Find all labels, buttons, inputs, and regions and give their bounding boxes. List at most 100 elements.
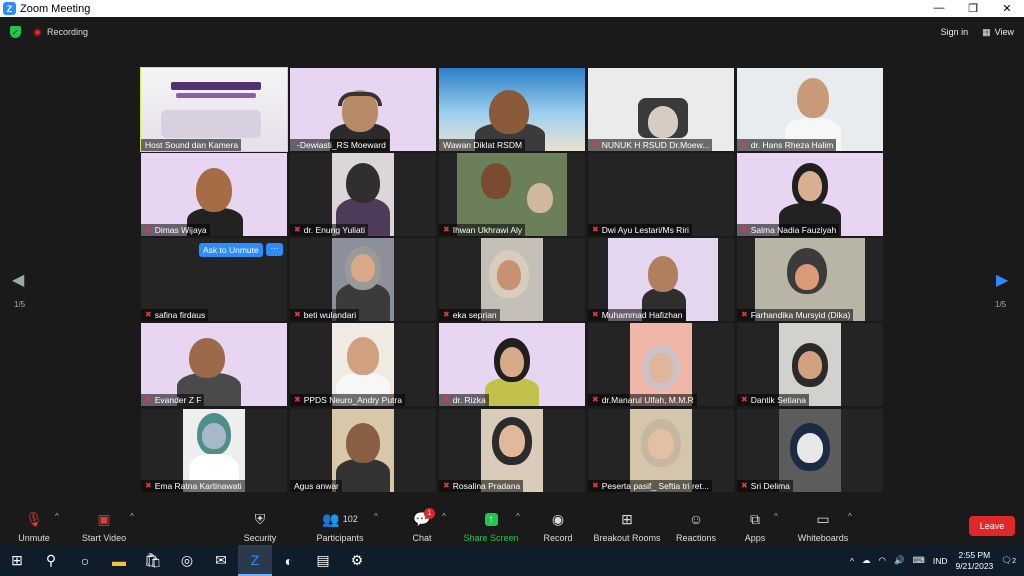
minimize-button[interactable]: — — [922, 2, 956, 15]
file-explorer-icon[interactable]: ▬ — [102, 545, 136, 576]
settings-icon[interactable]: ⚙ — [340, 545, 374, 576]
record-label: Record — [543, 533, 573, 543]
encryption-shield-icon[interactable]: ✓ — [10, 26, 21, 38]
app-icon[interactable]: ◐ — [272, 545, 306, 576]
start-video-button[interactable]: ▣ Start Video — [80, 509, 128, 544]
security-button[interactable]: ⛨ Security — [240, 509, 280, 544]
share-caret-icon[interactable]: ^ — [516, 512, 520, 521]
participant-name-label: dr.Manarul Ulfah, M.M.R — [601, 395, 694, 405]
view-button[interactable]: ▦ View — [982, 27, 1014, 38]
video-tile[interactable]: ✖ dr. Hans Rheza Halim — [737, 68, 883, 151]
mic-muted-icon: ✖ — [443, 395, 450, 404]
video-gallery: Host Sound dan Kamera -Dewiasti_RS Moewa… — [140, 67, 883, 493]
meeting-topbar: ✓ Recording Sign in ▦ View — [0, 17, 1024, 47]
video-tile[interactable]: Agus anwar — [290, 409, 436, 492]
whiteboards-caret-icon[interactable]: ^ — [848, 512, 852, 521]
record-button[interactable]: ◉ Record — [540, 509, 576, 544]
video-tile[interactable]: Ask to Unmute ··· ✖ safina firdaus — [141, 238, 287, 321]
apps-button[interactable]: ⧉ Apps — [740, 509, 770, 544]
more-options-button[interactable]: ··· — [266, 243, 283, 256]
participants-button[interactable]: 👥 102 Participants — [312, 509, 368, 544]
sign-in-button[interactable]: Sign in — [941, 27, 969, 37]
windows-start-icon[interactable]: ⊞ — [0, 545, 34, 576]
next-page-arrow-icon[interactable]: ▶ — [996, 270, 1008, 290]
participant-name-label: Evander Z F — [154, 395, 202, 405]
cloud-icon[interactable]: ☁ — [862, 555, 871, 566]
whiteboards-label: Whiteboards — [797, 533, 849, 543]
video-tile[interactable]: ✖ Rosalina Pradana — [439, 409, 585, 492]
participant-name-label: Ihwan Ukhrawi Aly — [452, 225, 523, 235]
participant-name-label: dr. Enung Yuliati — [303, 225, 365, 235]
participant-name-label: Rosalina Pradana — [452, 481, 521, 491]
recording-label[interactable]: Recording — [47, 27, 88, 37]
video-tile[interactable]: ✖ Muhammad Hafizhan — [588, 238, 734, 321]
apps-icon: ⧉ — [750, 510, 760, 527]
participant-count: 102 — [342, 514, 358, 524]
close-button[interactable]: ✕ — [990, 2, 1024, 15]
mic-muted-icon: ✖ — [294, 395, 301, 404]
apps-caret-icon[interactable]: ^ — [774, 512, 778, 521]
participant-name-label: Host Sound dan Kamera — [145, 140, 239, 150]
video-tile[interactable]: Host Sound dan Kamera — [140, 67, 288, 152]
search-icon[interactable]: ⚲ — [34, 545, 68, 576]
video-tile[interactable]: Wawan Diklat RSDM — [439, 68, 585, 151]
leave-button[interactable]: Leave — [969, 516, 1015, 536]
video-tile[interactable]: ✖ Salma Nadia Fauziyah — [737, 153, 883, 236]
video-tile[interactable]: ✖ Ihwan Ukhrawi Aly — [439, 153, 585, 236]
video-tile[interactable]: ✖ Sri Delima — [737, 409, 883, 492]
video-tile[interactable]: ✖ Dantik Setiana — [737, 323, 883, 406]
volume-icon[interactable]: 🔊 — [894, 555, 905, 566]
video-tile[interactable]: ✖ Dwi Ayu Lestari/Ms Riri — [588, 153, 734, 236]
security-label: Security — [243, 533, 277, 543]
tray-chevron-icon[interactable]: ^ — [850, 556, 854, 566]
video-tile[interactable]: ✖ Dimas Wijaya — [141, 153, 287, 236]
chat-label: Chat — [412, 533, 432, 543]
notes-icon[interactable]: ▤ — [306, 545, 340, 576]
participant-name-label: Agus anwar — [294, 481, 339, 491]
mic-muted-icon: ✖ — [592, 225, 599, 234]
keyboard-icon[interactable]: ⌨ — [913, 555, 925, 566]
mail-icon[interactable]: ✉ — [204, 545, 238, 576]
recording-icon — [33, 27, 42, 37]
previous-page-arrow-icon[interactable]: ◀ — [12, 270, 24, 290]
video-tile[interactable]: ✖ dr. Rizka — [439, 323, 585, 406]
mic-muted-icon: ✖ — [145, 481, 152, 490]
video-options-caret-icon[interactable]: ^ — [130, 512, 134, 521]
ask-to-unmute-button[interactable]: Ask to Unmute — [199, 243, 263, 257]
whiteboards-button[interactable]: ▭ Whiteboards — [794, 509, 852, 544]
share-screen-icon: ↑ — [462, 509, 520, 529]
video-tile[interactable]: ✖ PPDS Neuro_Andry Putra — [290, 323, 436, 406]
video-tile[interactable]: ✖ dr. Enung Yuliati — [290, 153, 436, 236]
microphone-muted-icon: 🎙 — [25, 510, 43, 527]
participants-caret-icon[interactable]: ^ — [374, 512, 378, 521]
clock-date: 9/21/2023 — [955, 560, 994, 571]
language-indicator[interactable]: IND — [933, 556, 948, 566]
zoom-taskbar-icon[interactable]: Z — [238, 545, 272, 576]
clock[interactable]: 2:55 PM 9/21/2023 — [955, 550, 993, 572]
video-tile[interactable]: -Dewiasti_RS Moeward — [290, 68, 436, 151]
video-tile[interactable]: ✖ eka seprian — [439, 238, 585, 321]
task-view-icon[interactable]: ○ — [68, 545, 102, 576]
video-tile[interactable]: ✖ Evander Z F — [141, 323, 287, 406]
chrome-icon[interactable]: ◎ — [170, 545, 204, 576]
share-screen-label: Share Screen — [463, 533, 519, 543]
mic-muted-icon: ✖ — [145, 225, 152, 234]
notification-icon[interactable]: 🗨2 — [1001, 555, 1016, 566]
video-tile[interactable]: ✖ Ema Ratna Kartinawati — [141, 409, 287, 492]
video-tile[interactable]: ✖ dr.Manarul Ulfah, M.M.R — [588, 323, 734, 406]
maximize-button[interactable]: ❐ — [956, 2, 990, 15]
chat-caret-icon[interactable]: ^ — [442, 512, 446, 521]
unmute-button[interactable]: 🎙 Unmute — [14, 509, 54, 544]
wifi-icon[interactable]: ◠ — [879, 555, 886, 566]
video-tile[interactable]: ✖ Farhandika Mursyid (Dika) — [737, 238, 883, 321]
participant-name-label: dr. Rizka — [452, 395, 486, 405]
reactions-button[interactable]: ☺ Reactions — [674, 509, 718, 543]
video-tile[interactable]: ✖ NUNUK H RSUD Dr.Moew... — [588, 68, 734, 151]
store-icon[interactable]: 🛍 — [136, 545, 170, 576]
breakout-rooms-button[interactable]: ⊞ Breakout Rooms — [593, 509, 661, 544]
share-screen-button[interactable]: ↑ Share Screen — [462, 509, 520, 543]
audio-options-caret-icon[interactable]: ^ — [55, 512, 59, 521]
video-tile[interactable]: ✖ Peserta pasif_ Seftia tri ret... — [588, 409, 734, 492]
participants-icon: 👥 102 — [322, 510, 358, 527]
video-tile[interactable]: ✖ beti wulandari — [290, 238, 436, 321]
